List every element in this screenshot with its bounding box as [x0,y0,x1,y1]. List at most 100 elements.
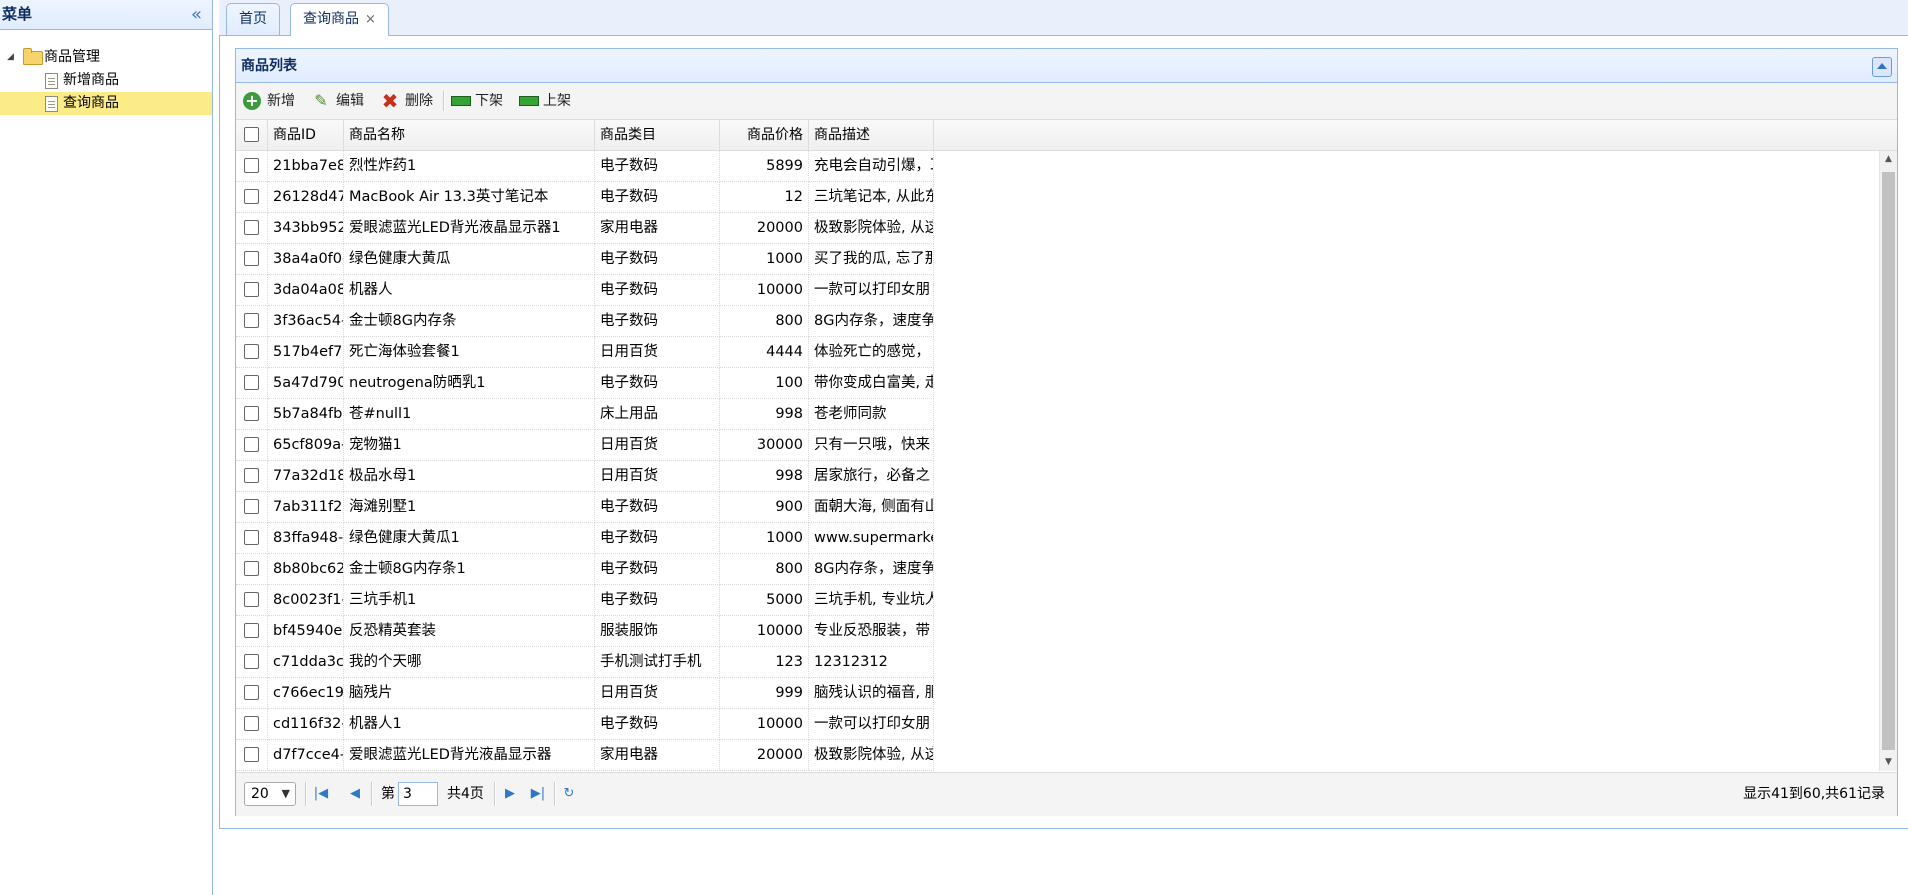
cell-price: 800 [720,306,809,337]
expand-arrow-icon[interactable]: ◢ [7,46,14,69]
tree-node-label: 商品管理 [44,49,100,65]
tab-query-product[interactable]: 查询商品 × [290,3,389,36]
cell-category: 电子数码 [595,709,720,740]
select-all-checkbox[interactable] [244,127,259,142]
table-row[interactable]: 3da04a08 机器人 电子数码 10000 一款可以打印女朋 [236,275,1897,306]
column-header-id[interactable]: 商品ID [268,120,344,150]
previous-page-icon[interactable]: ◀ [347,785,363,803]
table-row[interactable]: 8c0023f1- 三坑手机1 电子数码 5000 三坑手机, 专业坑人 [236,585,1897,616]
column-header-name[interactable]: 商品名称 [344,120,595,150]
table-row[interactable]: 5b7a84fb 苍#null1 床上用品 998 苍老师同款 [236,399,1897,430]
page-size-select[interactable]: 20 ▼ [244,782,296,806]
row-checkbox[interactable] [244,747,259,762]
cell-category: 电子数码 [595,585,720,616]
row-checkbox[interactable] [244,189,259,204]
double-chevron-left-icon[interactable]: « [191,0,202,29]
row-checkbox[interactable] [244,251,259,266]
collapse-panel-icon[interactable] [1872,57,1892,77]
row-checkbox[interactable] [244,468,259,483]
table-row[interactable]: 38a4a0f0- 绿色健康大黄瓜 电子数码 1000 买了我的瓜, 忘了那 [236,244,1897,275]
table-row[interactable]: 7ab311f2 海滩别墅1 电子数码 900 面朝大海, 侧面有山 [236,492,1897,523]
cell-desc: 脑残认识的福音, 服 [809,678,934,709]
table-row[interactable]: cd116f32- 机器人1 电子数码 10000 一款可以打印女朋 [236,709,1897,740]
refresh-icon[interactable]: ↻ [561,785,577,803]
row-checkbox[interactable] [244,530,259,545]
panel-header: 商品列表 [236,49,1897,83]
scrollbar-thumb[interactable] [1882,172,1895,750]
page-number-input[interactable] [398,782,438,806]
folder-icon [23,48,43,65]
cell-desc: 体验死亡的感觉， [809,337,934,368]
row-checkbox[interactable] [244,654,259,669]
table-row[interactable]: 8b80bc62 金士顿8G内存条1 电子数码 800 8G内存条，速度争 [236,554,1897,585]
cell-desc: 专业反恐服装，带 [809,616,934,647]
cell-price: 5899 [720,151,809,182]
table-row[interactable]: 3f36ac54- 金士顿8G内存条 电子数码 800 8G内存条，速度争 [236,306,1897,337]
last-page-icon[interactable]: ▶| [530,785,546,803]
cell-price: 30000 [720,430,809,461]
row-checkbox[interactable] [244,344,259,359]
cell-category: 日用百货 [595,461,720,492]
table-row[interactable]: 21bba7e8 烈性炸药1 电子数码 5899 充电会自动引爆，耳 [236,151,1897,182]
cell-id: 3f36ac54- [268,306,344,337]
table-row[interactable]: 83ffa948- 绿色健康大黄瓜1 电子数码 1000 www.supermarke [236,523,1897,554]
cell-desc: 三坑手机, 专业坑人 [809,585,934,616]
row-checkbox[interactable] [244,623,259,638]
row-checkbox[interactable] [244,282,259,297]
row-checkbox-cell [236,399,268,430]
row-checkbox[interactable] [244,716,259,731]
cell-name: 机器人1 [344,709,595,740]
cell-desc: 买了我的瓜, 忘了那 [809,244,934,275]
vertical-scrollbar[interactable]: ▲ ▼ [1879,151,1897,771]
toolbar: + 新增 ✎ 编辑 ✖ 删除 下架 上架 [236,83,1897,120]
row-checkbox-cell [236,182,268,213]
cell-desc: 极致影院体验, 从这 [809,740,934,771]
menu-header: 菜单 « [0,0,212,30]
table-row[interactable]: d7f7cce4- 爱眼滤蓝光LED背光液晶显示器 家用电器 20000 极致影院体验,… [236,740,1897,771]
row-checkbox[interactable] [244,437,259,452]
table-row[interactable]: 517b4ef7 死亡海体验套餐1 日用百货 4444 体验死亡的感觉， [236,337,1897,368]
table-row[interactable]: 26128d47 MacBook Air 13.3英寸笔记本 电子数码 12 三坑笔记本… [236,182,1897,213]
off-shelf-label: 下架 [475,93,503,109]
cell-desc: 8G内存条，速度争 [809,554,934,585]
table-row[interactable]: 77a32d18 极品水母1 日用百货 998 居家旅行，必备之 [236,461,1897,492]
row-checkbox[interactable] [244,561,259,576]
pager-separator [371,782,373,806]
cell-price: 999 [720,678,809,709]
row-checkbox[interactable] [244,499,259,514]
row-checkbox[interactable] [244,592,259,607]
grid-header: 商品ID 商品名称 商品类目 商品价格 商品描述 [236,120,1897,151]
first-page-icon[interactable]: |◀ [313,785,329,803]
tree-node-product-management[interactable]: ◢ 商品管理 [0,46,212,69]
row-checkbox[interactable] [244,220,259,235]
table-row[interactable]: c766ec19 脑残片 日用百货 999 脑残认识的福音, 服 [236,678,1897,709]
column-header-category[interactable]: 商品类目 [595,120,720,150]
tree-node-label: 新增商品 [63,72,119,88]
table-row[interactable]: 343bb952 爱眼滤蓝光LED背光液晶显示器1 家用电器 20000 极致影院体验,… [236,213,1897,244]
tab-home[interactable]: 首页 [226,3,280,35]
next-page-icon[interactable]: ▶ [502,785,518,803]
row-checkbox[interactable] [244,685,259,700]
row-checkbox-cell [236,678,268,709]
table-row[interactable]: 65cf809a- 宠物猫1 日用百货 30000 只有一只哦，快来 [236,430,1897,461]
row-checkbox[interactable] [244,158,259,173]
delete-label: 删除 [405,93,433,109]
table-row[interactable]: 5a47d790 neutrogena防晒乳1 电子数码 100 带你变成白富美, 走 [236,368,1897,399]
row-checkbox[interactable] [244,406,259,421]
cell-name: 我的个天哪 [344,647,595,678]
row-checkbox[interactable] [244,313,259,328]
scroll-down-icon[interactable]: ▼ [1880,754,1897,771]
cell-id: 38a4a0f0- [268,244,344,275]
cell-price: 998 [720,461,809,492]
row-checkbox[interactable] [244,375,259,390]
cell-name: 金士顿8G内存条1 [344,554,595,585]
file-icon [45,96,58,112]
table-row[interactable]: bf45940e 反恐精英套装 服装服饰 10000 专业反恐服装，带 [236,616,1897,647]
tree-node-query-product[interactable]: 查询商品 [0,92,212,115]
table-row[interactable]: c71dda3c 我的个天哪 手机测试打手机 123 12312312 [236,647,1897,678]
tree-node-add-product[interactable]: 新增商品 [0,69,212,92]
close-icon[interactable]: × [365,12,376,27]
column-header-desc[interactable]: 商品描述 [809,120,934,150]
scroll-up-icon[interactable]: ▲ [1880,151,1897,168]
column-header-price[interactable]: 商品价格 [720,120,809,150]
